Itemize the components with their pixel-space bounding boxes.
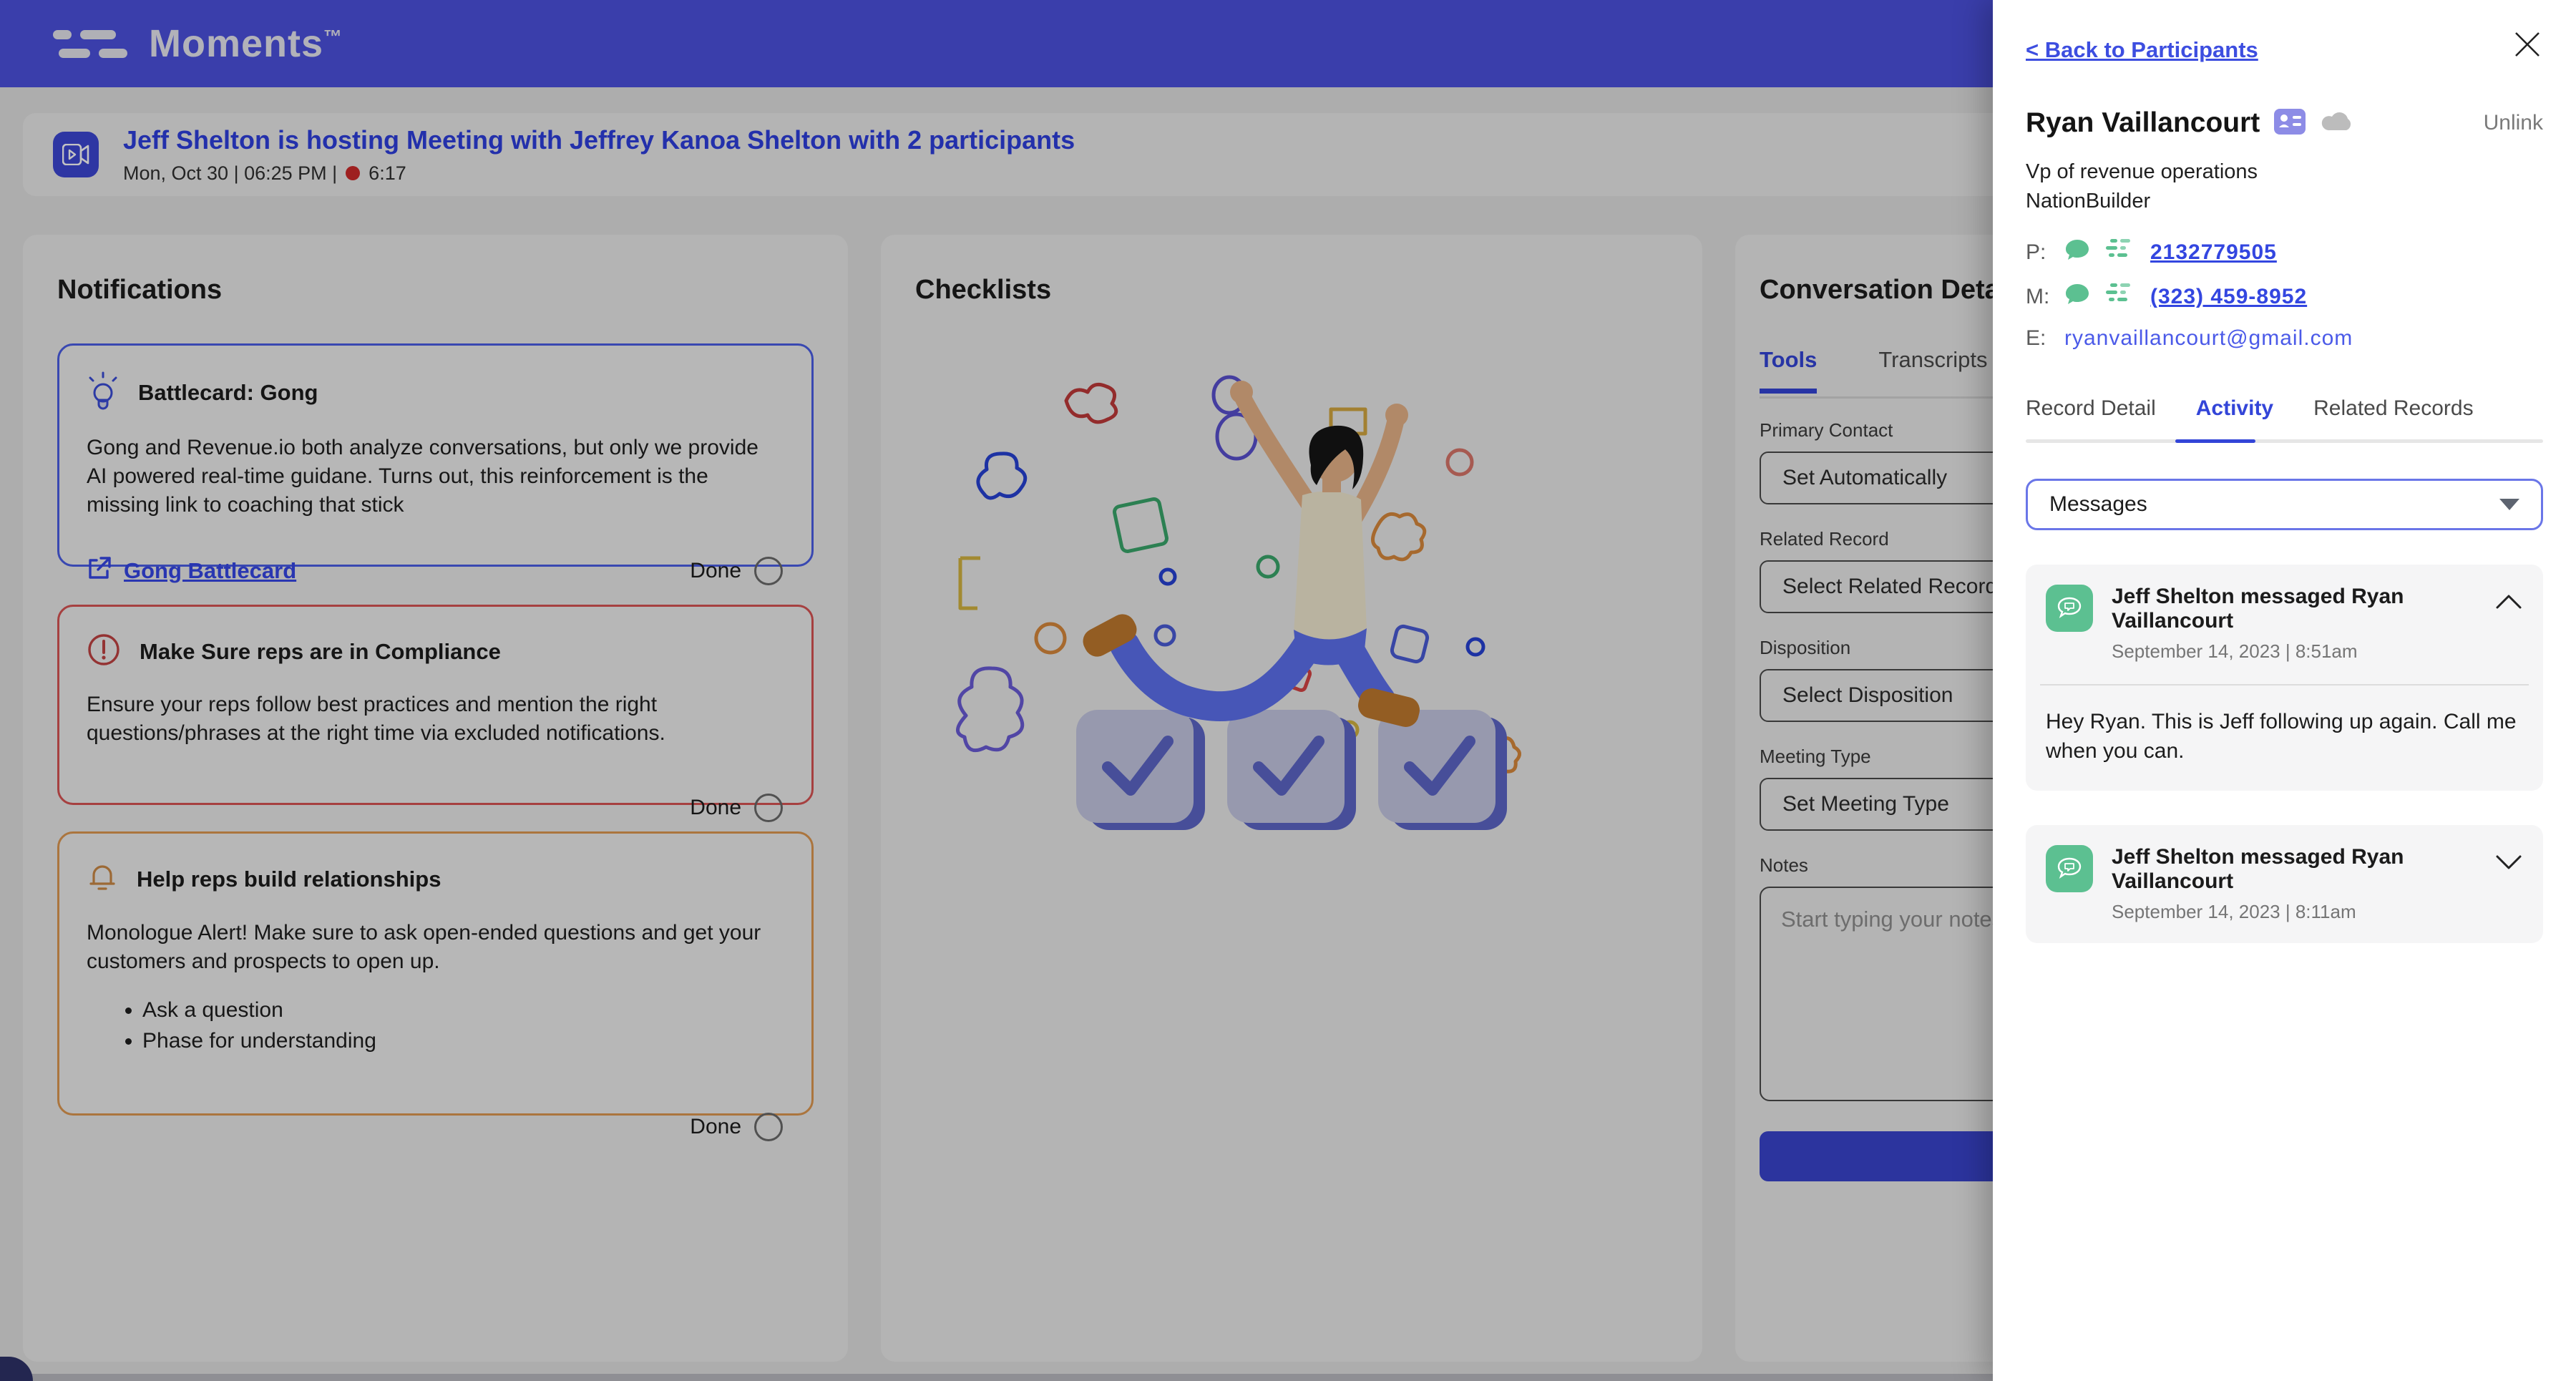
mobile-label: M: <box>2026 285 2050 308</box>
contact-card-icon[interactable] <box>2274 108 2306 138</box>
participant-company: NationBuilder <box>2026 190 2151 213</box>
participant-tabs-divider <box>2026 439 2543 443</box>
moments-mini-logo-icon[interactable] <box>2104 238 2136 268</box>
message-card: Jeff Shelton messaged Ryan Vaillancourt … <box>2026 824 2543 943</box>
message-card: Jeff Shelton messaged Ryan Vaillancourt … <box>2026 565 2543 791</box>
active-tab-indicator <box>2175 439 2255 443</box>
message-timestamp: September 14, 2023 | 8:51am <box>2112 640 2358 662</box>
cloud-icon[interactable] <box>2320 109 2357 138</box>
message-body: Hey Ryan. This is Jeff following up agai… <box>2046 710 2517 763</box>
back-to-participants-link[interactable]: < Back to Participants <box>2026 37 2258 63</box>
chevron-down-icon <box>2499 499 2519 510</box>
chat-bubble-icon[interactable] <box>2064 283 2090 311</box>
participant-tabs: Record Detail Activity Related Records <box>2026 396 2543 439</box>
message-title: Jeff Shelton messaged Ryan Vaillancourt <box>2112 844 2404 893</box>
activity-filter-select[interactable]: Messages <box>2026 479 2543 530</box>
app-window: Moments™ Jeff Shelton is hosting Meeting… <box>0 0 2576 1381</box>
tab-record-detail[interactable]: Record Detail <box>2026 396 2156 439</box>
email-label: E: <box>2026 326 2046 350</box>
chevron-up-icon[interactable] <box>2494 593 2523 614</box>
participant-name: Ryan Vaillancourt <box>2026 107 2260 138</box>
unlink-button[interactable]: Unlink <box>2484 111 2543 135</box>
message-chat-icon <box>2046 844 2093 892</box>
tab-activity[interactable]: Activity <box>2196 396 2273 439</box>
tab-related-records[interactable]: Related Records <box>2313 396 2473 439</box>
moments-mini-logo-icon[interactable] <box>2104 282 2136 312</box>
activity-filter-value: Messages <box>2049 492 2147 516</box>
participant-job-title: Vp of revenue operations <box>2026 160 2258 183</box>
mobile-number-link[interactable]: (323) 459-8952 <box>2150 285 2307 309</box>
message-title: Jeff Shelton messaged Ryan Vaillancourt <box>2112 585 2404 633</box>
close-icon[interactable] <box>2512 29 2543 60</box>
message-chat-icon <box>2046 585 2093 632</box>
phone-label: P: <box>2026 240 2046 264</box>
email-link[interactable]: ryanvaillancourt@gmail.com <box>2064 326 2353 351</box>
message-timestamp: September 14, 2023 | 8:11am <box>2112 900 2356 922</box>
chevron-down-icon[interactable] <box>2494 854 2523 874</box>
phone-number-link[interactable]: 2132779505 <box>2150 240 2277 265</box>
message-divider <box>2040 684 2529 685</box>
chat-bubble-icon[interactable] <box>2064 238 2090 267</box>
participant-drawer: < Back to Participants Ryan Vaillancourt… <box>1993 0 2576 1381</box>
